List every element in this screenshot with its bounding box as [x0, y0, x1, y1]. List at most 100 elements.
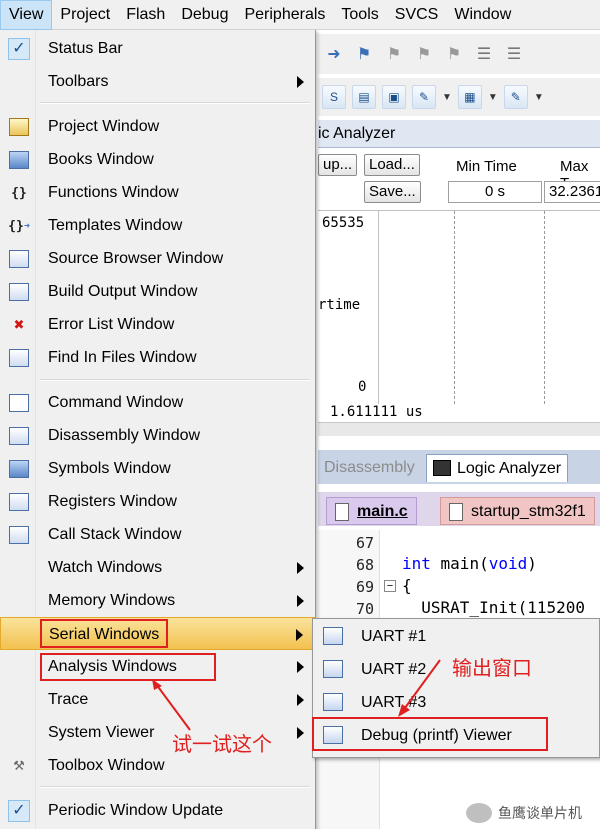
logic-analyzer-plot[interactable]: 65535 rtime 0: [318, 210, 600, 404]
submenu-item-label: UART #1: [361, 628, 427, 645]
line-number: 70: [355, 600, 374, 618]
menu-item-books-window[interactable]: Books Window: [0, 143, 316, 176]
save-button[interactable]: Save...: [364, 181, 421, 203]
tab-startup-label: startup_stm32f1: [471, 503, 586, 520]
cursor-time: 1.611111 us: [330, 404, 423, 420]
tab-main-c-label: main.c: [357, 503, 408, 520]
submenu-item-uart1[interactable]: UART #1: [313, 620, 599, 653]
serial-toolbar-icon[interactable]: ✎: [412, 85, 436, 109]
menu-peripherals[interactable]: Peripherals: [236, 0, 333, 30]
submenu-item-label: UART #3: [361, 694, 427, 711]
menu-item-templates-window[interactable]: {} ➜ Templates Window: [0, 209, 316, 242]
find-in-files-icon: [8, 347, 30, 369]
serial-window-icon: [323, 660, 343, 678]
arrow-right-icon[interactable]: ➜: [322, 42, 346, 66]
menu-item-label: Project Window: [48, 118, 160, 135]
chevron-down-icon[interactable]: ▼: [442, 92, 452, 103]
menu-svcs[interactable]: SVCS: [387, 0, 447, 30]
menu-flash[interactable]: Flash: [118, 0, 173, 30]
plot-min-label: 0: [358, 379, 367, 395]
flag-icon[interactable]: ⚑: [442, 42, 466, 66]
menu-item-find-in-files-window[interactable]: Find In Files Window: [0, 341, 316, 374]
plot-signal-label: rtime: [318, 297, 361, 313]
menu-item-trace[interactable]: Trace: [0, 683, 316, 716]
submenu-item-uart3[interactable]: UART #3: [313, 686, 599, 719]
tab-logic-analyzer[interactable]: Logic Analyzer: [426, 454, 569, 482]
menu-item-disassembly-window[interactable]: Disassembly Window: [0, 419, 316, 452]
menu-item-label: Toolbox Window: [48, 757, 165, 774]
edit-toolbar-icon[interactable]: ✎: [503, 85, 528, 109]
menu-item-registers-window[interactable]: Registers Window: [0, 485, 316, 518]
symbols-toolbar-icon[interactable]: S: [322, 85, 346, 109]
menu-item-label: Source Browser Window: [48, 250, 224, 267]
toolbar-debug: ➜ ⚑ ⚑ ⚑ ⚑ ☰ ☰: [318, 34, 600, 74]
tab-disassembly[interactable]: Disassembly: [318, 454, 421, 482]
menu-item-label: Books Window: [48, 151, 154, 168]
tab-logic-analyzer-label: Logic Analyzer: [457, 460, 562, 477]
highlight-box-debug-viewer: [312, 717, 548, 751]
menu-debug[interactable]: Debug: [173, 0, 236, 30]
source-browser-icon: [8, 248, 30, 270]
menu-project[interactable]: Project: [52, 0, 118, 30]
menu-item-label: Command Window: [48, 394, 184, 411]
submenu-arrow-icon: [297, 694, 304, 706]
menu-item-error-list-window[interactable]: ✖ Error List Window: [0, 308, 316, 341]
submenu-arrow-icon: [297, 76, 304, 88]
books-icon: [8, 149, 30, 171]
build-output-icon: [8, 281, 30, 303]
setup-button[interactable]: up...: [318, 154, 358, 176]
project-window-icon: [8, 116, 30, 138]
flag-icon[interactable]: ⚑: [352, 42, 376, 66]
code-line: int main(void): [402, 554, 537, 573]
menu-item-periodic-window-update[interactable]: ✓ Periodic Window Update: [0, 794, 316, 827]
menu-separator: [40, 379, 310, 381]
menu-separator: [40, 786, 310, 788]
menu-item-toolbars[interactable]: Toolbars: [0, 65, 316, 98]
menu-item-label: System Viewer: [48, 724, 155, 741]
memory-toolbar-icon[interactable]: ▦: [457, 85, 482, 109]
tab-main-c[interactable]: main.c: [326, 497, 417, 525]
plot-scrollbar[interactable]: [318, 422, 600, 436]
flag-icon[interactable]: ⚑: [412, 42, 436, 66]
plot-max-label: 65535: [322, 215, 365, 231]
chevron-down-icon[interactable]: ▼: [534, 92, 544, 103]
menu-item-status-bar[interactable]: ✓ Status Bar: [0, 32, 316, 65]
indent-icon[interactable]: ☰: [472, 42, 496, 66]
line-number: 68: [355, 556, 374, 574]
flag-icon[interactable]: ⚑: [382, 42, 406, 66]
menu-item-source-browser-window[interactable]: Source Browser Window: [0, 242, 316, 275]
menu-item-functions-window[interactable]: {} Functions Window: [0, 176, 316, 209]
menu-separator: [40, 102, 310, 104]
chevron-down-icon[interactable]: ▼: [488, 92, 498, 103]
menu-item-symbols-window[interactable]: Symbols Window: [0, 452, 316, 485]
fold-toggle[interactable]: −: [384, 580, 396, 592]
menu-item-watch-windows[interactable]: Watch Windows: [0, 551, 316, 584]
submenu-item-label: UART #2: [361, 661, 427, 678]
file-icon: [335, 503, 349, 521]
submenu-arrow-icon: [296, 629, 303, 641]
menu-tools[interactable]: Tools: [333, 0, 386, 30]
menu-item-project-window[interactable]: Project Window: [0, 110, 316, 143]
min-time-value: 0 s: [448, 181, 542, 203]
tab-startup[interactable]: startup_stm32f1: [440, 497, 595, 525]
menu-window[interactable]: Window: [446, 0, 519, 30]
menu-item-build-output-window[interactable]: Build Output Window: [0, 275, 316, 308]
menu-item-label: Templates Window: [48, 217, 183, 234]
menu-item-command-window[interactable]: Command Window: [0, 386, 316, 419]
highlight-box-serial-windows: [40, 619, 168, 648]
menu-item-call-stack-window[interactable]: Call Stack Window: [0, 518, 316, 551]
menu-item-memory-windows[interactable]: Memory Windows: [0, 584, 316, 617]
line-number: 67: [355, 534, 374, 552]
toolbox-icon: ⚒: [13, 758, 25, 773]
load-button[interactable]: Load...: [364, 154, 420, 176]
menu-item-label: Find In Files Window: [48, 349, 197, 366]
view-menu: ✓ Status Bar Toolbars Project Window Boo…: [0, 30, 316, 829]
call-stack-toolbar-icon[interactable]: ▣: [382, 85, 406, 109]
unindent-icon[interactable]: ☰: [502, 42, 526, 66]
registers-toolbar-icon[interactable]: ▤: [352, 85, 376, 109]
menu-view[interactable]: View: [0, 0, 53, 30]
file-tabs: main.c startup_stm32f1: [318, 492, 600, 526]
code-line: USRAT_Init(115200: [402, 598, 586, 617]
code-line: {: [402, 576, 412, 595]
submenu-arrow-icon: [297, 595, 304, 607]
